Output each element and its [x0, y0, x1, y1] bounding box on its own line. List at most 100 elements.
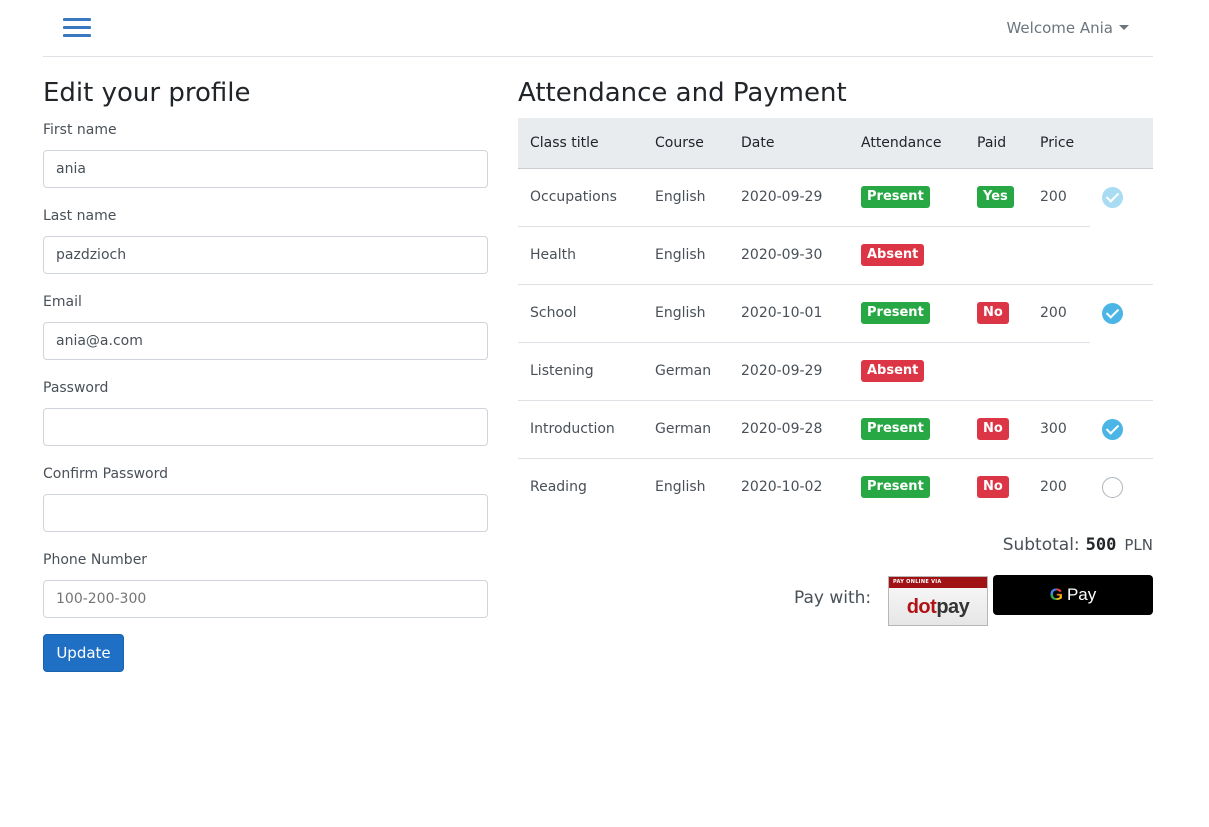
check-circle-icon[interactable]: [1102, 186, 1123, 208]
cell-class-title: School: [518, 283, 643, 342]
cell-paid: No: [965, 399, 1028, 458]
status-badge: Present: [861, 418, 930, 440]
currency-label: PLN: [1124, 536, 1153, 554]
password-label: Password: [43, 380, 109, 396]
email-label: Email: [43, 294, 82, 310]
attendance-title: Attendance and Payment: [518, 78, 847, 108]
col-date: Date: [729, 118, 849, 169]
table-row: School English 2020-10-01 Present No 200: [518, 283, 1153, 342]
col-class-title: Class title: [518, 118, 643, 169]
user-dropdown[interactable]: Welcome Ania: [1006, 19, 1129, 37]
cell-date: 2020-09-28: [729, 399, 849, 458]
cell-attendance: Present: [849, 168, 965, 226]
cell-paid: [965, 341, 1028, 400]
cell-attendance: Absent: [849, 225, 965, 284]
dotpay-button[interactable]: PAY ONLINE VIA dotpay: [888, 576, 988, 626]
table-row: Health English 2020-09-30 Absent: [518, 225, 1153, 284]
cell-attendance: Absent: [849, 341, 965, 400]
subtotal-amount: 500: [1085, 535, 1117, 555]
col-select: [1090, 118, 1153, 169]
first-name-input[interactable]: [43, 150, 488, 188]
table-header-row: Class title Course Date Attendance Paid …: [518, 118, 1153, 169]
cell-course: German: [643, 341, 729, 400]
welcome-label: Welcome Ania: [1006, 19, 1113, 37]
status-badge: Absent: [861, 244, 925, 266]
update-button[interactable]: Update: [43, 634, 124, 672]
cell-course: English: [643, 457, 729, 516]
cell-price: 200: [1028, 457, 1090, 516]
attendance-table: Class title Course Date Attendance Paid …: [518, 118, 1153, 516]
cell-course: English: [643, 283, 729, 342]
cell-select: [1090, 457, 1153, 516]
cell-price: 200: [1040, 189, 1067, 205]
cell-class-title: Occupations: [530, 189, 617, 205]
empty-circle-icon[interactable]: [1102, 476, 1123, 498]
table-row: Listening German 2020-09-29 Absent: [518, 341, 1153, 400]
cell-attendance: Present: [849, 399, 965, 458]
password-input[interactable]: [43, 408, 488, 446]
cell-attendance: Present: [849, 283, 965, 342]
paid-badge: No: [977, 418, 1009, 440]
cell-paid: [965, 225, 1028, 284]
pay-with-label: Pay with:: [794, 588, 872, 608]
col-course: Course: [643, 118, 729, 169]
status-badge: Absent: [861, 360, 925, 382]
phone-input[interactable]: [43, 580, 488, 618]
subtotal: Subtotal: 500 PLN: [1003, 535, 1153, 555]
dotpay-strip: PAY ONLINE VIA: [889, 577, 987, 588]
caret-down-icon: [1119, 25, 1129, 30]
col-attendance: Attendance: [849, 118, 965, 169]
confirm-password-input[interactable]: [43, 494, 488, 532]
cell-paid: No: [965, 457, 1028, 516]
col-paid: Paid: [965, 118, 1028, 169]
status-badge: Present: [861, 302, 930, 324]
cell-price: [1028, 341, 1090, 400]
cell-price: [1028, 225, 1090, 284]
confirm-password-label: Confirm Password: [43, 466, 169, 482]
table-row: Introduction German 2020-09-28 Present N…: [518, 399, 1153, 458]
cell-date: 2020-09-29: [729, 341, 849, 400]
gpay-label: Pay: [1066, 585, 1097, 604]
cell-paid: Yes: [965, 168, 1028, 226]
top-navbar: Welcome Ania: [43, 0, 1153, 57]
paid-badge: No: [977, 476, 1009, 499]
cell-class-title: Health: [518, 225, 643, 284]
cell-paid: No: [965, 283, 1028, 342]
profile-title: Edit your profile: [43, 78, 251, 108]
table-row: Reading English 2020-10-02 Present No 20…: [518, 457, 1153, 516]
cell-class-title: Listening: [518, 341, 643, 400]
cell-date: 2020-09-29: [741, 189, 823, 205]
cell-select: [1090, 283, 1153, 342]
hamburger-menu-icon[interactable]: [63, 18, 91, 38]
cell-date: 2020-10-02: [729, 457, 849, 516]
paid-badge: Yes: [977, 186, 1014, 208]
cell-course: English: [643, 225, 729, 284]
last-name-input[interactable]: [43, 236, 488, 274]
status-badge: Present: [861, 476, 930, 499]
google-g-icon: G: [1049, 585, 1063, 604]
cell-class-title: Reading: [518, 457, 643, 516]
check-circle-icon[interactable]: [1102, 302, 1123, 324]
cell-select: [1090, 226, 1153, 284]
email-input[interactable]: [43, 322, 488, 360]
cell-date: 2020-09-30: [729, 225, 849, 284]
cell-class-title: Introduction: [518, 399, 643, 458]
subtotal-label: Subtotal:: [1002, 535, 1080, 555]
phone-label: Phone Number: [43, 552, 148, 568]
cell-price: 300: [1028, 399, 1090, 458]
dotpay-logo: dotpay: [906, 596, 970, 618]
cell-select: [1090, 168, 1153, 226]
cell-course: German: [643, 399, 729, 458]
cell-select: [1090, 342, 1153, 400]
cell-price: 200: [1028, 283, 1090, 342]
first-name-label: First name: [43, 122, 117, 138]
cell-course: English: [655, 189, 706, 205]
last-name-label: Last name: [43, 208, 117, 224]
cell-select: [1090, 399, 1153, 458]
paid-badge: No: [977, 302, 1009, 324]
col-price: Price: [1028, 118, 1090, 169]
google-pay-button[interactable]: G Pay: [993, 575, 1153, 615]
status-badge: Present: [861, 186, 930, 208]
check-circle-icon[interactable]: [1102, 418, 1123, 440]
cell-date: 2020-10-01: [729, 283, 849, 342]
